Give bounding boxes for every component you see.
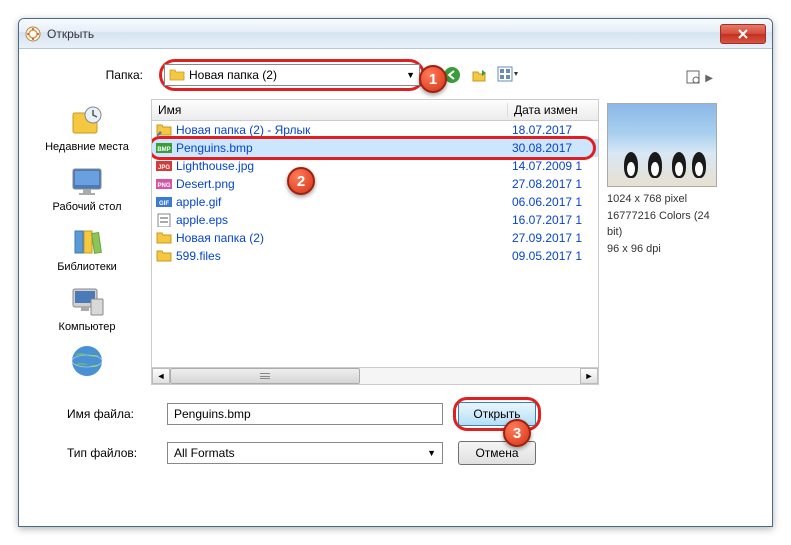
svg-text:PNG: PNG [157,183,170,189]
close-button[interactable] [720,24,766,44]
sidebar-libraries-label: Библиотеки [57,261,117,273]
folder-combo-highlight: Новая папка (2) ▼ [159,59,425,91]
main-area: Недавние места Рабочий стол Библиотеки К… [31,99,760,385]
svg-text:GIF: GIF [159,201,169,207]
folder-icon [156,249,172,263]
folder-combo[interactable]: Новая папка (2) ▼ [164,64,420,86]
col-date-header[interactable]: Дата измен [508,103,598,117]
preview-info: 1024 x 768 pixel 16777216 Colors (24 bit… [607,191,717,257]
nav-toolbar [441,64,519,86]
jpg-icon: JPG [156,159,172,173]
list-body[interactable]: Новая папка (2) - Ярлык 18.07.2017 BMPPe… [151,121,599,367]
file-row[interactable]: JPGLighthouse.jpg 14.07.2009 1 [152,157,598,175]
preview-toolbar: ▶ [607,69,717,87]
folder-icon [156,231,172,245]
callout-badge-3: 3 [503,419,531,447]
scroll-left-icon[interactable]: ◄ [152,368,170,384]
filetype-select[interactable]: All Formats ▼ [167,442,443,464]
filetype-label: Тип файлов: [67,446,157,460]
libraries-icon [69,223,105,259]
preview-toggle-icon[interactable] [685,69,701,88]
file-row[interactable]: GIFapple.gif 06.06.2017 1 [152,193,598,211]
eps-icon [156,213,172,227]
callout-badge-1: 1 [419,65,447,93]
file-row[interactable]: PNGDesert.png 27.08.2017 1 [152,175,598,193]
file-row[interactable]: Новая папка (2) - Ярлык 18.07.2017 [152,121,598,139]
file-row[interactable]: 599.files 09.05.2017 1 [152,247,598,265]
gif-icon: GIF [156,195,172,209]
view-menu-icon[interactable] [497,64,519,86]
shortcut-icon [156,123,172,137]
cancel-button[interactable]: Отмена [458,441,536,465]
preview-next-icon[interactable]: ▶ [705,73,713,84]
network-icon [69,343,105,379]
svg-text:JPG: JPG [158,165,170,171]
col-name-header[interactable]: Имя [152,103,508,117]
list-header: Имя Дата измен [151,99,599,121]
filename-input[interactable] [167,403,443,425]
recent-places-icon [69,103,105,139]
titlebar: Открыть [19,19,772,49]
preview-dpi: 96 x 96 dpi [607,241,717,258]
sidebar-recent-label: Недавние места [45,141,129,153]
open-dialog: Открыть Папка: Новая папка (2) ▼ [18,18,773,527]
filetype-row: Тип файлов: All Formats ▼ Отмена [31,439,760,467]
png-icon: PNG [156,177,172,191]
up-icon[interactable] [469,64,491,86]
svg-text:BMP: BMP [157,147,170,153]
file-row-selected[interactable]: BMPPenguins.bmp 30.08.2017 [152,139,598,157]
filename-label: Имя файла: [67,407,157,421]
horizontal-scrollbar[interactable]: ◄ ► [151,367,599,385]
sidebar-network[interactable] [31,339,143,385]
file-row[interactable]: Новая папка (2) 27.09.2017 1 [152,229,598,247]
preview-image [607,103,717,187]
sidebar-desktop[interactable]: Рабочий стол [31,159,143,217]
sidebar-computer-label: Компьютер [59,321,116,333]
sidebar-recent[interactable]: Недавние места [31,99,143,157]
chevron-down-icon: ▼ [406,70,415,80]
computer-icon [69,283,105,319]
sidebar-desktop-label: Рабочий стол [52,201,121,213]
places-sidebar: Недавние места Рабочий стол Библиотеки К… [31,99,143,385]
chevron-down-icon: ▼ [427,448,436,458]
window-title: Открыть [47,27,720,41]
bottom-form: Имя файла: Открыть Тип файлов: All Forma… [31,397,760,467]
scroll-right-icon[interactable]: ► [580,368,598,384]
dialog-content: Папка: Новая папка (2) ▼ [19,49,772,526]
scroll-track[interactable] [170,368,580,384]
filetype-value: All Formats [174,446,235,460]
sidebar-libraries[interactable]: Библиотеки [31,219,143,277]
desktop-icon [69,163,105,199]
file-row[interactable]: apple.eps 16.07.2017 1 [152,211,598,229]
folder-label: Папка: [31,68,151,82]
scroll-thumb[interactable] [170,368,360,384]
preview-colors: 16777216 Colors (24 bit) [607,208,717,241]
preview-pane: ▶ 1024 x 768 pixel 16777216 Colors (24 b… [607,99,717,385]
app-icon [25,26,41,42]
sidebar-computer[interactable]: Компьютер [31,279,143,337]
preview-dims: 1024 x 768 pixel [607,191,717,208]
callout-badge-2: 2 [287,167,315,195]
filename-row: Имя файла: Открыть [31,397,760,431]
folder-icon [169,68,185,82]
file-list: Имя Дата измен Новая папка (2) - Ярлык 1… [151,99,599,385]
bmp-icon: BMP [156,141,172,155]
folder-combo-text: Новая папка (2) [189,68,406,82]
